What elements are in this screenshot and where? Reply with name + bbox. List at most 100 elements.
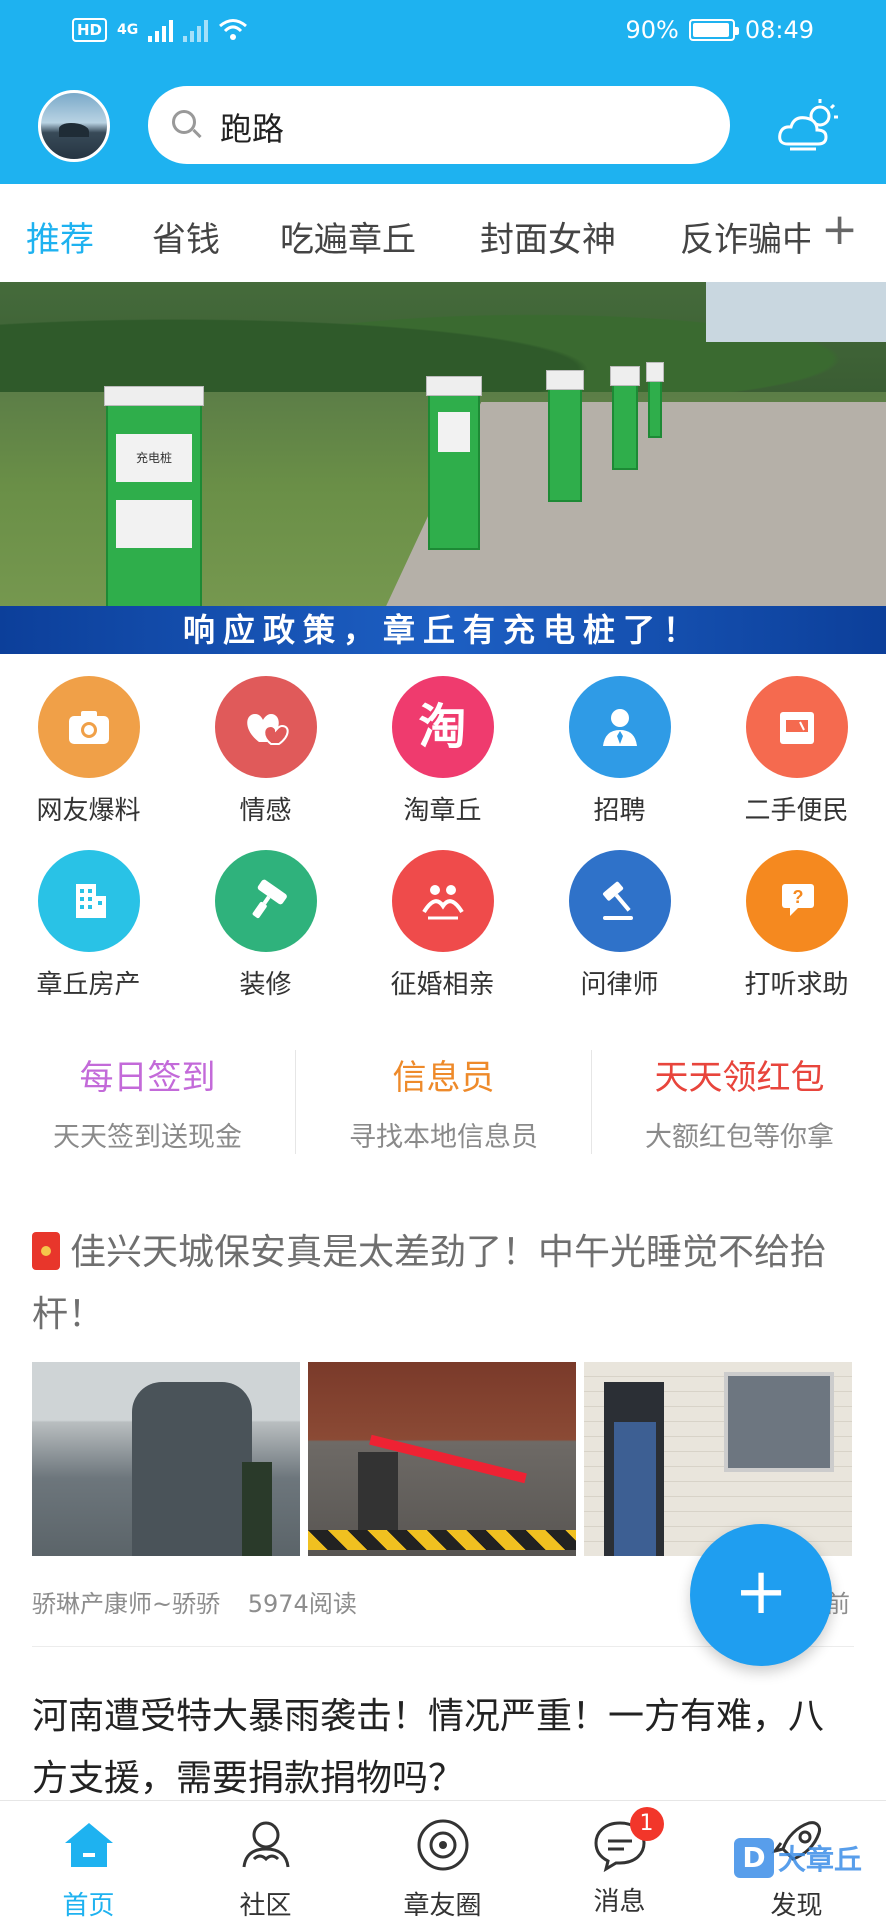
circle-icon <box>417 1819 468 1871</box>
nav-messages[interactable]: 1 消息 <box>531 1801 708 1921</box>
charging-pole <box>426 376 482 550</box>
article-title-text: 佳兴天城保安真是太差劲了！中午光睡觉不给抬杆！ <box>32 1232 827 1335</box>
grid-label: 二手便民 <box>744 796 849 826</box>
battery-percent: 90% <box>625 16 679 44</box>
barrier-post <box>358 1452 398 1542</box>
grid-label: 淘章丘 <box>403 796 482 826</box>
promo-red-packet[interactable]: 天天领红包 大额红包等你拿 <box>592 1050 886 1154</box>
grid-item-emotion[interactable]: 情感 <box>177 676 354 827</box>
charging-pole <box>610 366 640 470</box>
grid-label: 招聘 <box>593 796 646 826</box>
person-tie-icon <box>568 676 671 778</box>
message-icon-wrap: 1 <box>590 1807 664 1875</box>
add-post-button[interactable]: + <box>690 1524 832 1666</box>
signal-2-icon <box>183 18 209 42</box>
promo-subtitle: 寻找本地信息员 <box>349 1122 538 1153</box>
promo-title: 每日签到 <box>79 1058 216 1098</box>
grid-item-ask-lawyer[interactable]: 问律师 <box>531 850 708 1001</box>
grid-item-recruit[interactable]: 招聘 <box>531 676 708 827</box>
search-bar[interactable]: 跑路 <box>148 86 730 164</box>
window <box>724 1372 834 1472</box>
nav-community[interactable]: 社区 <box>177 1801 354 1921</box>
status-left: HD 4G <box>72 18 248 42</box>
clock: 08:49 <box>744 16 814 44</box>
avatar[interactable] <box>38 90 110 162</box>
pole-label <box>438 412 470 452</box>
banner-caption: 响应政策，章丘有充电桩了！ <box>0 606 886 654</box>
tab-anti-fraud[interactable]: 反诈骗中 <box>680 212 810 261</box>
nav-label: 社区 <box>239 1891 292 1921</box>
grid-label: 网友爆料 <box>36 796 141 826</box>
tab-eat-zhangqiu[interactable]: 吃遍章丘 <box>280 212 416 261</box>
paint-roller-icon <box>214 850 317 952</box>
grid-item-real-estate[interactable]: 章丘房产 <box>0 850 177 1001</box>
guard-figure <box>614 1422 656 1556</box>
top-bar: HD 4G 90% 08:49 跑路 <box>0 0 886 184</box>
article-reads: 5974阅读 <box>247 1590 357 1618</box>
tab-cover-goddess[interactable]: 封面女神 <box>480 212 616 261</box>
camera-icon <box>37 676 140 778</box>
charging-pole: 充电桩 <box>104 386 204 612</box>
charging-pole <box>646 362 664 438</box>
category-tabs: 推荐 省钱 吃遍章丘 封面女神 反诈骗中 + <box>0 184 886 282</box>
building-icon <box>37 850 140 952</box>
grid-item-matchmaking[interactable]: 征婚相亲 <box>354 850 531 1001</box>
grid-label: 打听求助 <box>744 970 849 1000</box>
network-type: 4G <box>117 22 139 38</box>
weather-icon[interactable] <box>776 96 842 152</box>
nav-label: 发现 <box>770 1891 823 1921</box>
grid-item-decoration[interactable]: 装修 <box>177 850 354 1001</box>
grid-item-netizen-report[interactable]: 网友爆料 <box>0 676 177 827</box>
article-thumbnail[interactable] <box>32 1362 300 1556</box>
article-meta: 骄琳产康师~骄骄 5974阅读 <box>32 1584 357 1619</box>
grid-label: 征婚相亲 <box>390 970 495 1000</box>
nav-label: 消息 <box>593 1887 646 1917</box>
watermark-logo: D <box>734 1838 774 1878</box>
guard-figure <box>242 1462 272 1556</box>
promo-subtitle: 天天签到送现金 <box>53 1122 242 1153</box>
add-tab-icon[interactable]: + <box>821 204 858 255</box>
watermark-text: 大章丘 <box>778 1843 863 1876</box>
article-title-2[interactable]: 河南遭受特大暴雨袭击！情况严重！一方有难，八方支援，需要捐款捐物吗？ <box>32 1686 854 1810</box>
grid-label: 问律师 <box>580 970 659 1000</box>
search-query: 跑路 <box>220 110 285 148</box>
nav-label: 首页 <box>62 1891 115 1921</box>
article-author: 骄琳产康师~骄骄 <box>32 1590 221 1618</box>
search-icon <box>172 110 196 134</box>
article-thumbnail[interactable] <box>584 1362 852 1556</box>
nav-friends-circle[interactable]: 章友圈 <box>354 1801 531 1921</box>
promo-title: 信息员 <box>392 1058 495 1098</box>
promo-informant[interactable]: 信息员 寻找本地信息员 <box>296 1050 591 1154</box>
tab-recommend[interactable]: 推荐 <box>26 212 94 261</box>
hd-icon: HD <box>72 18 108 42</box>
nav-home[interactable]: 首页 <box>0 1801 177 1921</box>
tab-save-money[interactable]: 省钱 <box>152 212 220 261</box>
wifi-icon <box>219 19 248 40</box>
status-right: 90% 08:49 <box>625 16 814 44</box>
article-thumbnail[interactable] <box>308 1362 576 1556</box>
svg-text:?: ? <box>792 887 803 907</box>
grid-item-second-hand[interactable]: 二手便民 <box>708 676 885 827</box>
banner-carousel[interactable]: 充电桩 响应政策，章丘有充电桩了！ <box>0 282 886 654</box>
guard-booth <box>132 1382 252 1556</box>
shop-icon <box>745 676 848 778</box>
battery-icon <box>688 19 739 41</box>
couple-icon <box>391 850 494 952</box>
grid-label: 装修 <box>239 970 292 1000</box>
tao-glyph: 淘 <box>418 699 467 755</box>
promo-daily-checkin[interactable]: 每日签到 天天签到送现金 <box>0 1050 295 1154</box>
nav-label: 章友圈 <box>403 1891 482 1921</box>
grid-item-tao-zhangqiu[interactable]: 淘 淘章丘 <box>354 676 531 827</box>
promo-title: 天天领红包 <box>654 1058 825 1098</box>
pole-label-2 <box>116 500 192 548</box>
grid-label: 情感 <box>239 796 292 826</box>
article-title[interactable]: 佳兴天城保安真是太差劲了！中午光睡觉不给抬杆！ <box>32 1222 842 1346</box>
red-packet-icon <box>32 1232 60 1270</box>
charging-pole <box>546 370 584 502</box>
status-bar: HD 4G 90% 08:49 <box>0 0 886 66</box>
grid-label: 章丘房产 <box>36 970 141 1000</box>
promo-subtitle: 大额红包等你拿 <box>645 1122 834 1153</box>
unread-badge: 1 <box>629 1807 664 1841</box>
grid-item-ask-help[interactable]: ? 打听求助 <box>708 850 885 1001</box>
banner-sky <box>706 282 886 342</box>
